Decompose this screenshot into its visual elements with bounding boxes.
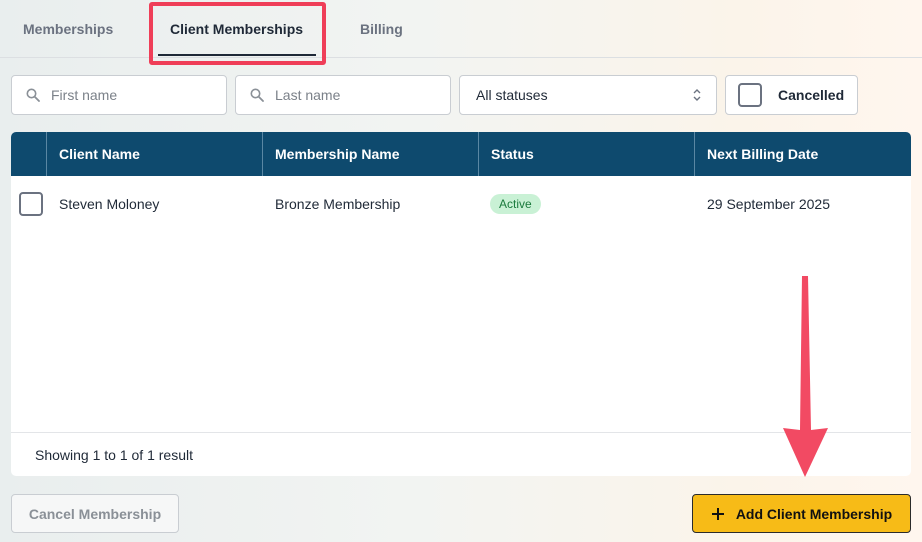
cancelled-label: Cancelled [778, 87, 845, 103]
search-icon [250, 88, 264, 102]
column-header-membership-name[interactable]: Membership Name [262, 132, 478, 176]
tab-client-memberships[interactable]: Client Memberships [170, 0, 303, 58]
cell-client-name[interactable]: Steven Moloney [59, 176, 159, 232]
plus-icon [711, 507, 724, 520]
cell-status: Active [490, 176, 541, 232]
search-icon [26, 88, 40, 102]
row-select-checkbox[interactable] [19, 192, 43, 216]
client-memberships-table: Client Name Membership Name Status Next … [11, 132, 911, 476]
add-client-membership-label: Add Client Membership [735, 505, 893, 522]
tab-memberships[interactable]: Memberships [23, 0, 113, 58]
status-badge: Active [490, 194, 541, 214]
cancelled-filter-toggle[interactable]: Cancelled [725, 75, 858, 115]
cell-next-billing-date: 29 September 2025 [707, 196, 830, 212]
tab-billing[interactable]: Billing [360, 0, 403, 58]
add-client-membership-button[interactable]: Add Client Membership [692, 494, 911, 533]
column-header-client-name[interactable]: Client Name [46, 132, 262, 176]
cell-membership-name: Bronze Membership [275, 196, 401, 212]
status-select-value: All statuses [476, 87, 548, 103]
last-name-field[interactable] [235, 75, 451, 115]
tab-bar: Memberships Client Memberships Billing [0, 0, 922, 58]
active-tab-indicator [158, 54, 316, 56]
cancel-membership-button[interactable]: Cancel Membership [11, 494, 179, 533]
table-header: Client Name Membership Name Status Next … [11, 132, 911, 176]
first-name-field[interactable] [11, 75, 227, 115]
cancelled-checkbox[interactable] [738, 83, 762, 107]
pagination-summary: Showing 1 to 1 of 1 result [11, 432, 911, 476]
last-name-input[interactable] [275, 87, 450, 103]
chevron-updown-icon [693, 89, 701, 101]
first-name-input[interactable] [51, 87, 226, 103]
status-select[interactable]: All statuses [459, 75, 717, 115]
column-header-next-billing-date[interactable]: Next Billing Date [694, 132, 911, 176]
table-row[interactable]: Steven Moloney Bronze Membership Active … [11, 176, 911, 232]
column-header-status[interactable]: Status [478, 132, 694, 176]
